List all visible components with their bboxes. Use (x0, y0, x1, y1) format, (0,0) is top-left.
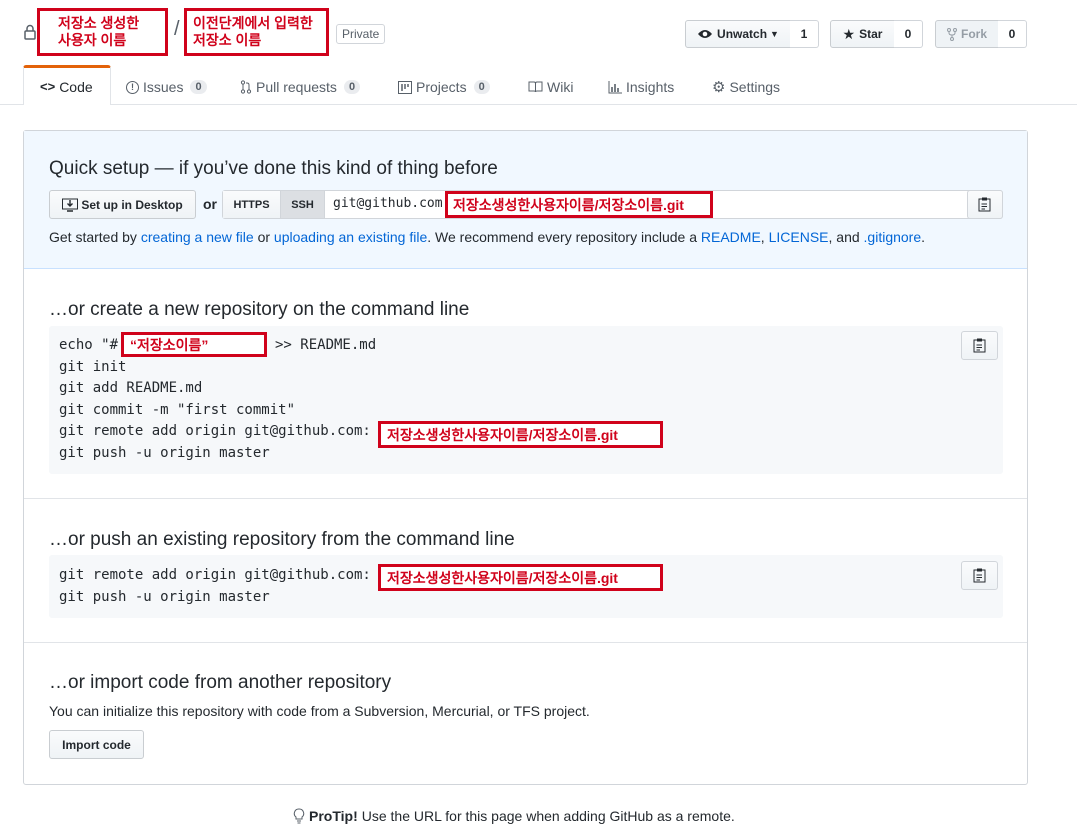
forks-count[interactable]: 0 (998, 20, 1027, 48)
unwatch-label: Unwatch (717, 27, 768, 41)
tab-code-label: Code (59, 78, 93, 95)
https-tab[interactable]: HTTPS (223, 191, 281, 218)
clone-url-group: HTTPS SSH git@github.com: 저장소생성한사용자이름/저장… (222, 190, 1003, 219)
star-icon: ★ (842, 25, 856, 42)
tab-issues-label: Issues (143, 79, 184, 95)
copy-push-commands-button[interactable] (961, 561, 998, 590)
pull-request-icon (240, 80, 252, 94)
pull-requests-count-badge: 0 (343, 80, 361, 94)
visibility-badge: Private (336, 24, 386, 44)
unwatch-button[interactable]: Unwatch ▼ (685, 20, 791, 48)
protip-text: Use the URL for this page when adding Gi… (361, 808, 735, 824)
stargazers-count[interactable]: 0 (894, 20, 923, 48)
setup-in-desktop-button[interactable]: Set up in Desktop (49, 190, 196, 219)
tab-code[interactable]: <> Code (23, 65, 111, 105)
book-icon (528, 81, 543, 93)
clone-url-prefix[interactable]: git@github.com: (333, 196, 450, 211)
copy-create-commands-button[interactable] (961, 331, 998, 360)
repo-name-code-annotation: “저장소이름” (121, 332, 267, 357)
watchers-count[interactable]: 1 (790, 20, 819, 48)
star-label: Star (859, 27, 883, 41)
tab-projects[interactable]: Projects 0 (398, 70, 490, 104)
cmd-push-remote: git remote add origin git@github.com: (59, 567, 371, 583)
clipboard-icon (973, 338, 985, 353)
path-separator: / (174, 18, 180, 40)
tab-pull-requests[interactable]: Pull requests 0 (240, 70, 361, 104)
owner-annotation-line1: 저장소 생성한 (58, 15, 140, 31)
copy-clone-url-button[interactable] (967, 190, 1003, 219)
desktop-download-icon (62, 198, 79, 212)
readme-link[interactable]: README (701, 229, 761, 245)
license-link[interactable]: LICENSE (769, 229, 829, 245)
cmd-push-master: git push -u origin master (59, 588, 270, 605)
remote-url-annotation-create: 저장소생성한사용자이름/저장소이름.git (378, 421, 663, 448)
gear-icon: ⚙ (712, 79, 726, 96)
eye-icon (698, 30, 713, 38)
cmd-git-push: git push -u origin master (59, 444, 270, 461)
tabs-divider (0, 104, 1077, 105)
light-bulb-icon (293, 808, 305, 824)
desc-middle: . We recommend every repository include … (427, 229, 697, 245)
project-icon (398, 80, 412, 94)
tab-insights[interactable]: Insights (608, 70, 674, 104)
tab-settings-label: Settings (729, 79, 781, 95)
cmd-git-add: git add README.md (59, 380, 203, 397)
setup-in-desktop-label: Set up in Desktop (81, 197, 183, 212)
star-button[interactable]: ★ Star (830, 20, 895, 48)
issue-icon: ! (126, 80, 139, 94)
ssh-tab[interactable]: SSH (281, 191, 325, 218)
desc-prefix: Get started by (49, 229, 137, 245)
import-description: You can initialize this repository with … (49, 703, 590, 719)
echo-prefix: echo "# (59, 337, 119, 353)
owner-annotation-line2: 사용자 이름 (58, 32, 127, 48)
caret-down-icon: ▼ (770, 29, 779, 39)
section-divider (24, 642, 1027, 643)
tab-projects-label: Projects (416, 79, 467, 95)
cmd-git-remote: git remote add origin git@github.com: (59, 423, 371, 440)
clipboard-icon (978, 197, 991, 212)
repo-name-annotation: 이전단계에서 입력한 저장소 이름 (184, 8, 329, 56)
issues-count-badge: 0 (190, 80, 207, 94)
desc-period: . (921, 229, 926, 245)
graph-icon (608, 80, 622, 93)
remote-url-annotation-push: 저장소생성한사용자이름/저장소이름.git (378, 564, 663, 591)
echo-suffix: >> README.md (275, 337, 377, 353)
tab-pull-requests-label: Pull requests (256, 79, 337, 95)
create-new-file-link[interactable]: creating a new file (141, 229, 254, 245)
section-divider (24, 498, 1027, 499)
tab-wiki[interactable]: Wiki (528, 70, 573, 104)
push-commands[interactable]: git remote add origin git@github.com: gi… (59, 565, 371, 608)
tab-settings[interactable]: ⚙ Settings (712, 70, 780, 104)
quick-setup-title: Quick setup — if you’ve done this kind o… (49, 158, 498, 179)
tab-issues[interactable]: ! Issues 0 (126, 70, 207, 104)
code-icon: <> (40, 79, 56, 94)
quick-setup-description: Get started by creating a new file or up… (49, 229, 925, 245)
lock-icon (24, 24, 36, 40)
repo-annotation-line2: 저장소 이름 (193, 32, 262, 48)
import-section-title: …or import code from another repository (49, 672, 392, 693)
import-code-button[interactable]: Import code (49, 730, 144, 759)
tab-insights-label: Insights (626, 79, 675, 95)
cmd-git-commit: git commit -m "first commit" (59, 401, 296, 418)
desc-or: or (257, 229, 271, 245)
create-section-title: …or create a new repository on the comma… (49, 299, 470, 320)
gitignore-link[interactable]: .gitignore (864, 229, 922, 245)
repo-annotation-line1: 이전단계에서 입력한 (193, 15, 313, 31)
desc-comma: , (760, 229, 765, 245)
protip-label: ProTip! (309, 808, 358, 824)
fork-label: Fork (960, 27, 987, 41)
push-section-title: …or push an existing repository from the… (49, 529, 515, 550)
clone-url-annotation: 저장소생성한사용자이름/저장소이름.git (445, 191, 713, 218)
owner-name-annotation: 저장소 생성한 사용자 이름 (37, 8, 168, 56)
fork-button[interactable]: Fork (935, 20, 999, 48)
projects-count-badge: 0 (473, 80, 490, 94)
desc-and: , and (828, 229, 860, 245)
fork-icon (946, 27, 957, 41)
tab-wiki-label: Wiki (547, 79, 574, 95)
cmd-git-init: git init (59, 358, 127, 375)
upload-existing-file-link[interactable]: uploading an existing file (274, 229, 427, 245)
clipboard-icon (973, 568, 985, 583)
or-label: or (203, 196, 217, 212)
protip: ProTip! Use the URL for this page when a… (293, 808, 735, 824)
